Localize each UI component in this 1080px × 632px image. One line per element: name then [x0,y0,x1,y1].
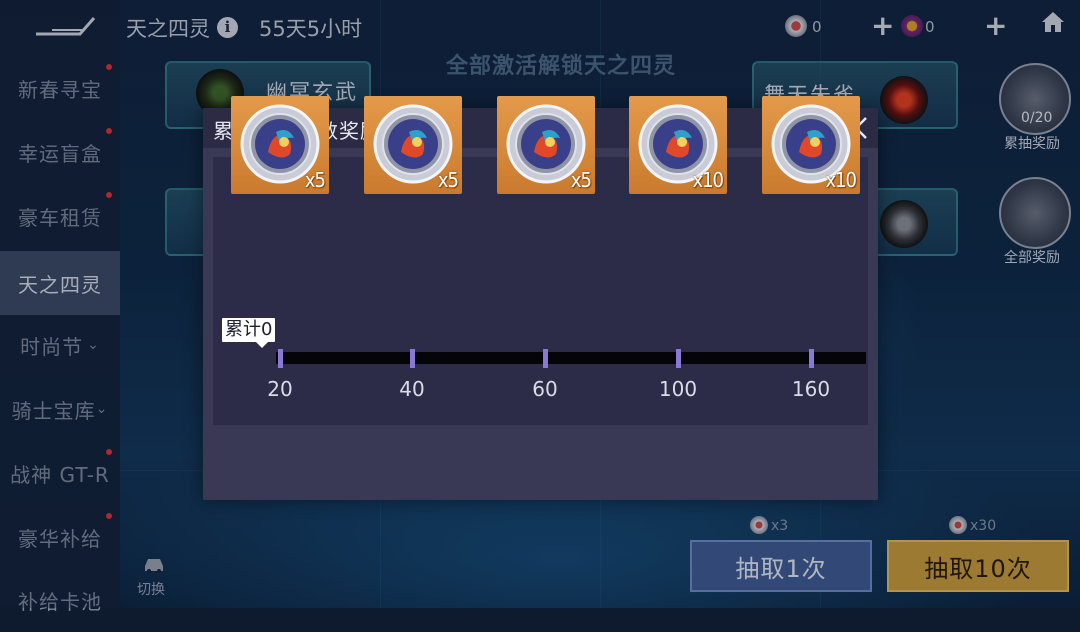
reward-quantity: x10 [825,168,857,192]
milestone-label: 60 [532,377,558,401]
reward-item[interactable]: x5 [231,96,329,194]
reward-quantity: x5 [570,168,592,192]
reward-item[interactable]: x5 [497,96,595,194]
reward-quantity: x5 [437,168,459,192]
milestone-tick [278,349,283,368]
milestone-label: 100 [658,377,698,401]
reward-quantity: x10 [692,168,724,192]
milestone-tick [543,349,548,368]
milestone-tick [410,349,415,368]
milestone-label: 20 [267,377,293,401]
progress-label: 累计0 [222,318,276,348]
milestone-label: 160 [791,377,831,401]
reward-item[interactable]: x10 [629,96,727,194]
milestone-tick [809,349,814,368]
reward-item[interactable]: x10 [762,96,860,194]
milestone-label: 40 [399,377,425,401]
reward-item[interactable]: x5 [364,96,462,194]
progress-bar [276,352,866,364]
reward-quantity: x5 [304,168,326,192]
milestone-tick [676,349,681,368]
